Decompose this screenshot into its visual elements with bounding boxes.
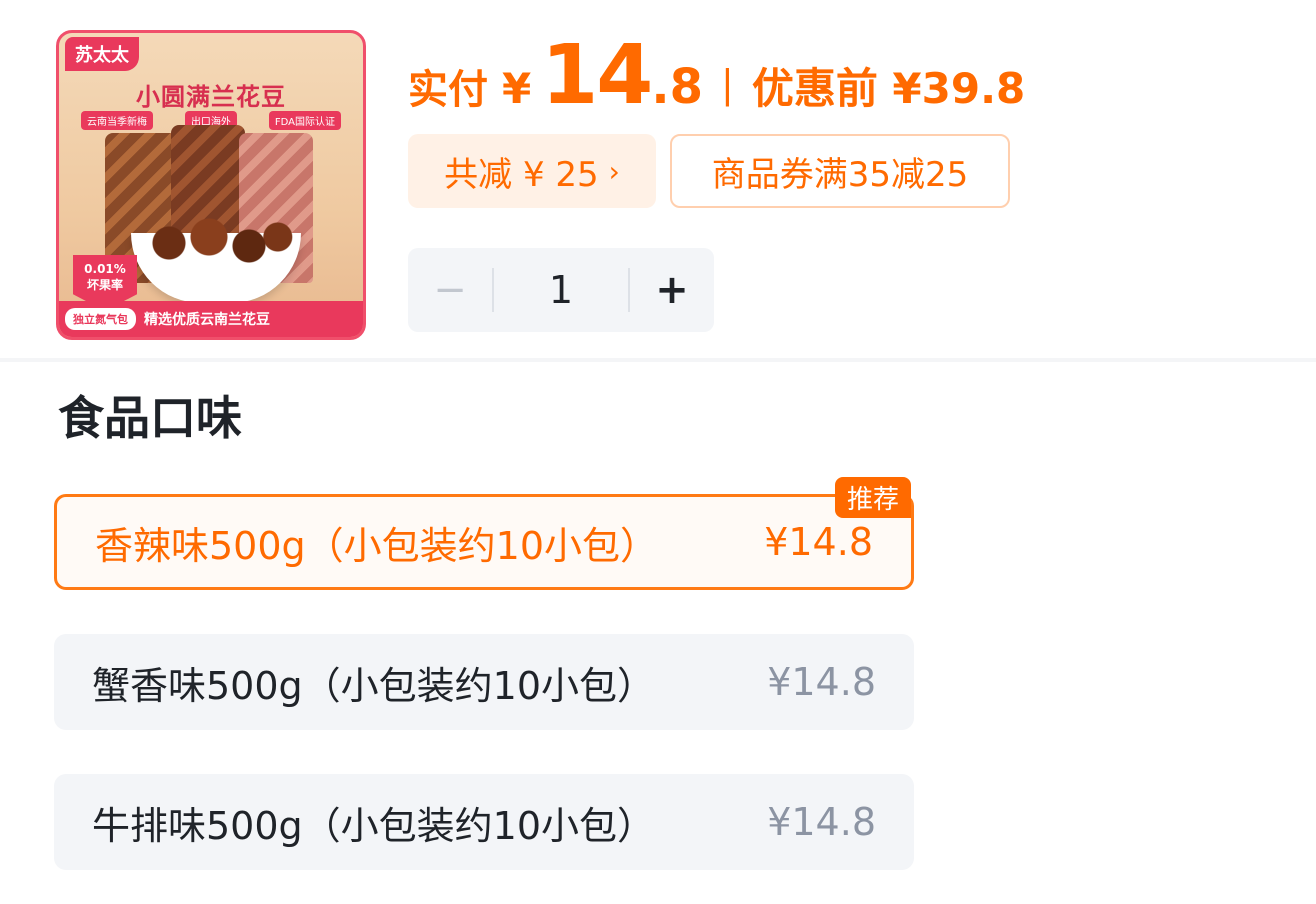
section-divider <box>0 358 1316 362</box>
rate-badge-value: 0.01% <box>84 262 126 276</box>
price-integer: 14 <box>541 28 653 123</box>
image-bottom-text: 精选优质云南兰花豆 <box>144 312 270 328</box>
brand-logo: 苏太太 <box>65 37 139 71</box>
option-price: ¥14.8 <box>764 520 873 564</box>
price-separator: | <box>721 62 734 106</box>
chevron-right-icon: › <box>608 154 620 188</box>
decrease-button[interactable]: − <box>408 248 492 332</box>
beans-illustration <box>137 213 297 273</box>
increase-button[interactable]: + <box>630 248 714 332</box>
option-label: 牛排味500g（小包装约10小包） <box>92 803 656 848</box>
price-row: 实付 ¥ 14 .8 | 优惠前 ¥39.8 <box>408 28 1026 123</box>
paid-label: 实付 <box>408 67 488 113</box>
option-label: 香辣味500g（小包装约10小包） <box>95 523 659 568</box>
total-discount-button[interactable]: 共减 ¥ 25 › <box>408 134 656 208</box>
image-bottom-tag: 独立氮气包 <box>65 308 136 330</box>
image-bottom-bar: 独立氮气包 精选优质云南兰花豆 <box>59 301 363 337</box>
image-tag: 云南当季新梅 <box>81 111 153 130</box>
quantity-stepper: − 1 + <box>408 248 714 332</box>
option-label: 蟹香味500g（小包装约10小包） <box>92 663 656 708</box>
price-decimal: .8 <box>651 59 703 115</box>
coupon-badge: 商品券满35减25 <box>670 134 1010 208</box>
rate-badge-label: 坏果率 <box>86 278 123 292</box>
option-price: ¥14.8 <box>767 660 876 704</box>
quantity-value[interactable]: 1 <box>494 268 628 312</box>
option-price: ¥14.8 <box>767 800 876 844</box>
image-tag: FDA国际认证 <box>268 111 341 130</box>
image-title: 小圆满兰花豆 <box>136 83 286 111</box>
flavor-option-crab[interactable]: 蟹香味500g（小包装约10小包） ¥14.8 <box>54 634 914 730</box>
section-title: 食品口味 <box>58 391 242 445</box>
recommend-badge: 推荐 <box>834 477 911 518</box>
flavor-option-steak[interactable]: 牛排味500g（小包装约10小包） ¥14.8 <box>54 774 914 870</box>
product-image[interactable]: 苏太太 小圆满兰花豆 云南当季新梅 出口海外 FDA国际认证 0.01% 坏果率… <box>56 30 366 340</box>
flavor-option-spicy[interactable]: 推荐 香辣味500g（小包装约10小包） ¥14.8 <box>54 477 914 590</box>
price-currency: ¥ <box>502 64 532 113</box>
total-discount-label: 共减 ¥ 25 <box>444 154 599 195</box>
original-price: 优惠前 ¥39.8 <box>751 64 1026 113</box>
